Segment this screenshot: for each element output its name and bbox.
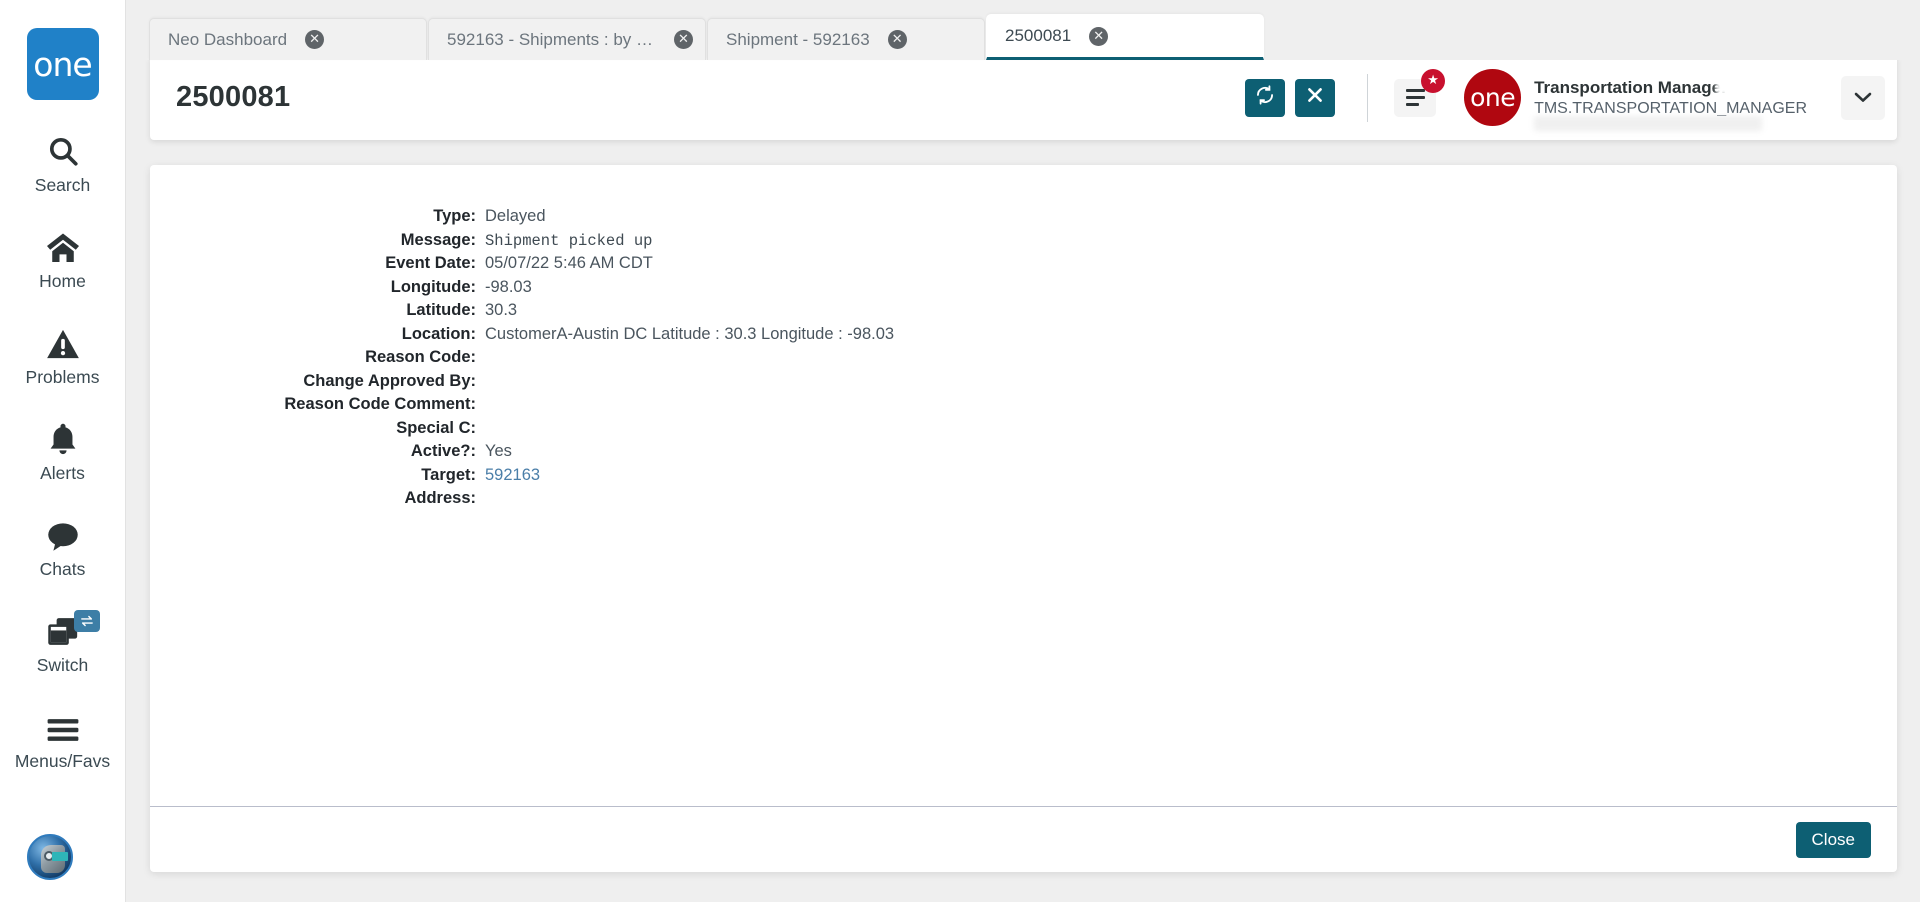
robot-avatar-icon[interactable]	[27, 834, 73, 880]
detail-field-label: Type:	[433, 207, 476, 225]
user-profile[interactable]: one Transportation Manager TMS.TRANSPORT…	[1464, 69, 1807, 131]
detail-field-row: Type: Delayed	[150, 207, 1897, 226]
sidebar-item-problems[interactable]: Problems	[0, 320, 126, 388]
detail-field-row: Latitude: 30.3	[150, 301, 1897, 320]
hamburger-icon	[46, 704, 80, 744]
header-actions: ★ one Transportation Manager TMS.TRANSPO…	[1235, 55, 1897, 140]
detail-field-row: Address:	[150, 489, 1897, 508]
user-role-label: Transportation Manager	[1534, 77, 1728, 97]
hamburger-menu-icon	[1405, 88, 1425, 107]
close-panel-button[interactable]	[1295, 78, 1336, 117]
detail-field-label: Location:	[401, 324, 476, 343]
sidebar-item-alerts[interactable]: Alerts	[0, 416, 126, 484]
sidebar-item-label: Alerts	[40, 463, 85, 483]
page-title: 2500081	[176, 81, 291, 113]
detail-field-label: Latitude:	[406, 301, 476, 319]
refresh-sync-icon	[1255, 85, 1275, 110]
detail-field-row: Active?: Yes	[150, 442, 1897, 461]
tab-2500081[interactable]: 2500081 ✕	[986, 14, 1264, 60]
home-icon	[45, 224, 81, 264]
detail-field-row: Location: CustomerA-Austin DC Latitude : …	[150, 325, 1897, 344]
detail-field-label: Reason Code:	[365, 348, 476, 366]
tab-label: Shipment - 592163	[726, 29, 870, 49]
app-root: one Search Home Problems Alerts Chats Sw…	[0, 0, 1920, 902]
tab-shipment-592163[interactable]: Shipment - 592163 ✕	[707, 18, 985, 60]
tabs-row: Neo Dashboard ✕ 592163 - Shipments : by …	[149, 14, 1265, 60]
card-footer: Close	[150, 806, 1897, 872]
chat-bubble-icon	[46, 512, 80, 552]
search-icon	[46, 128, 80, 168]
tab-bar: Neo Dashboard ✕ 592163 - Shipments : by …	[126, 0, 1920, 60]
sidebar-item-label: Switch	[36, 655, 89, 675]
detail-field-label: Target:	[421, 465, 476, 484]
detail-card: Type: Delayed Message: Shipment picked up Ev…	[150, 165, 1897, 872]
close-circle-icon[interactable]: ✕	[1089, 26, 1109, 46]
detail-field-label: Address:	[404, 489, 476, 507]
sidebar-item-chats[interactable]: Chats	[0, 512, 126, 580]
sidebar-item-label: Menus/Favs	[14, 751, 111, 771]
close-x-icon	[1307, 87, 1323, 108]
redacted-block-a	[1716, 77, 1755, 95]
sidebar-item-label: Chats	[39, 559, 86, 579]
tab-label: 592163 - Shipments : by Shipme...	[447, 29, 656, 49]
brand-logo-text: one	[1470, 83, 1516, 112]
sidebar-item-label: Home	[39, 271, 86, 291]
warning-triangle-icon	[46, 320, 80, 360]
sidebar-item-label: Problems	[25, 367, 100, 387]
detail-field-value: Delayed	[485, 207, 546, 225]
detail-field-label: Reason Code Comment:	[284, 395, 476, 413]
page-header-card: 2500081 ★ one Transportation Manager TMS…	[150, 55, 1897, 140]
detail-field-value: -98.03	[485, 277, 532, 296]
brand-logo-circle: one	[1464, 69, 1522, 126]
detail-field-label: Longitude:	[390, 277, 476, 296]
close-button[interactable]: Close	[1795, 821, 1871, 858]
detail-field-label: Message:	[400, 230, 476, 249]
tab-label: 2500081	[1005, 26, 1072, 45]
sidebar-item-switch[interactable]: Switch	[0, 608, 126, 676]
detail-field-value: 05/07/22 5:46 AM CDT	[485, 254, 653, 272]
close-circle-icon[interactable]: ✕	[887, 30, 907, 49]
bell-icon	[48, 416, 78, 456]
chevron-down-icon	[1854, 87, 1872, 108]
tab-shipments-by-shipment[interactable]: 592163 - Shipments : by Shipme... ✕	[428, 18, 706, 60]
sidebar-item-label: Search	[34, 175, 91, 195]
detail-field-row: Target: 592163	[150, 466, 1897, 485]
tab-label: Neo Dashboard	[168, 29, 288, 49]
detail-field-value: Yes	[485, 442, 512, 460]
swap-arrows-icon[interactable]	[73, 610, 100, 632]
detail-field-value-link[interactable]: 592163	[485, 466, 540, 485]
close-circle-icon[interactable]: ✕	[674, 30, 693, 49]
detail-field-row: Special C:	[150, 419, 1897, 438]
detail-field-label: Change Approved By:	[303, 371, 476, 390]
detail-field-value: 30.3	[485, 301, 518, 319]
detail-field-row: Reason Code Comment:	[150, 395, 1897, 414]
avatar-visor-shape	[52, 852, 68, 861]
header-divider	[1367, 73, 1369, 122]
detail-field-label: Special C:	[396, 418, 476, 437]
detail-field-value: CustomerA-Austin DC Latitude : 30.3 Long…	[485, 324, 895, 343]
detail-field-label: Event Date:	[385, 254, 476, 272]
sidebar-item-home[interactable]: Home	[0, 224, 126, 292]
detail-field-list: Type: Delayed Message: Shipment picked up Ev…	[150, 165, 1897, 806]
sidebar-item-search[interactable]: Search	[0, 128, 126, 196]
star-badge-icon: ★	[1421, 68, 1446, 93]
left-sidebar: one Search Home Problems Alerts Chats Sw…	[0, 0, 126, 902]
detail-field-label: Active?:	[410, 442, 476, 460]
detail-field-row: Event Date: 05/07/22 5:46 AM CDT	[150, 254, 1897, 273]
detail-field-value: Shipment picked up	[485, 231, 653, 250]
close-circle-icon[interactable]: ✕	[305, 30, 325, 49]
sidebar-item-menus-favs[interactable]: Menus/Favs	[0, 704, 126, 772]
refresh-button[interactable]	[1245, 78, 1286, 117]
detail-field-row: Reason Code:	[150, 348, 1897, 367]
user-text-block: Transportation Manager TMS.TRANSPORTATIO…	[1534, 77, 1807, 131]
detail-field-row: Change Approved By:	[150, 372, 1897, 391]
redacted-block-b	[1534, 115, 1763, 131]
user-menu-toggle[interactable]	[1841, 75, 1885, 120]
app-menu-button[interactable]: ★	[1394, 68, 1446, 117]
detail-field-row: Longitude: -98.03	[150, 278, 1897, 297]
tab-neo-dashboard[interactable]: Neo Dashboard ✕	[149, 18, 427, 60]
one-logo[interactable]: one	[26, 28, 99, 100]
one-logo-text: one	[33, 44, 92, 84]
detail-field-row: Message: Shipment picked up	[150, 231, 1897, 250]
